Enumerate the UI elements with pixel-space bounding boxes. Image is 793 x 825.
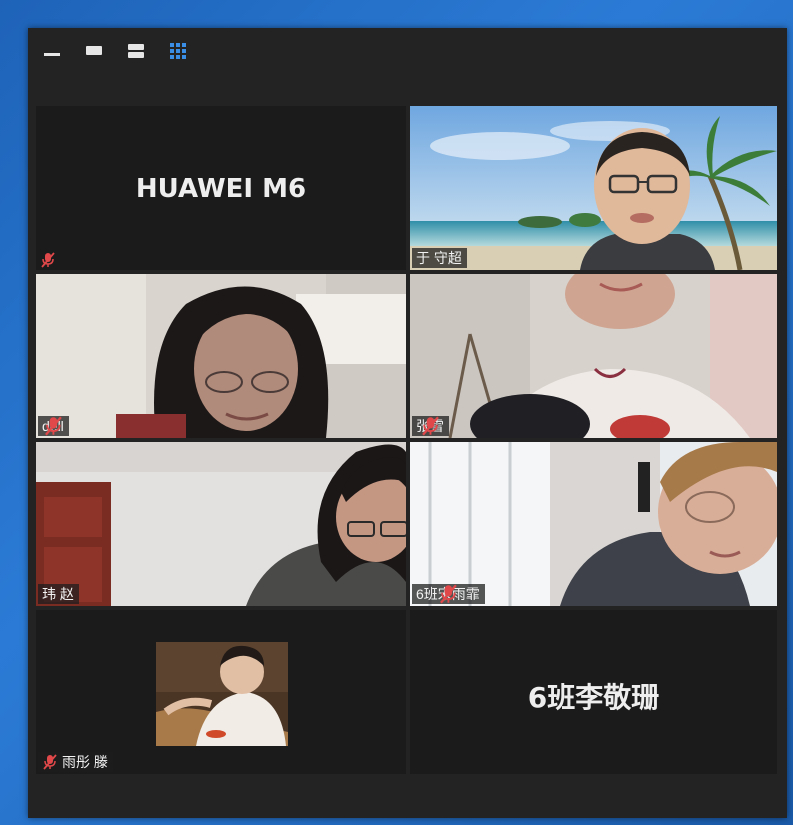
participant-tile-song-yufei[interactable]: 6班宋雨霏 [410, 442, 777, 606]
participant-name-tag: 玮 赵 [38, 584, 79, 604]
meeting-window: HUAWEI M6 于 守超 玮 赵 雨彤 滕 6班李敬珊 [28, 28, 787, 818]
minimize-button[interactable] [40, 39, 64, 63]
participant-name: 于 守超 [416, 250, 462, 266]
participant-name-tag: 于 守超 [412, 248, 467, 268]
participant-name: 玮 赵 [42, 586, 74, 602]
participant-avatar [156, 642, 288, 746]
split-view-button[interactable] [124, 39, 148, 63]
mic-muted-icon [43, 754, 57, 770]
participant-video [410, 106, 777, 270]
participant-display-label: 6班李敬珊 [527, 681, 660, 714]
view-toolbar [40, 36, 190, 66]
participant-name-tag [38, 252, 58, 268]
participant-name-tag: 张雪 [412, 416, 449, 436]
mic-muted-icon [422, 416, 439, 436]
participant-tile-yu-shouchao[interactable]: 于 守超 [410, 106, 777, 270]
participant-tile-zhang-xue[interactable]: 张雪 [410, 274, 777, 438]
participant-tile-li-jingshan[interactable]: 6班李敬珊 [410, 610, 777, 774]
participant-tile-huawei-m6[interactable]: HUAWEI M6 [36, 106, 406, 270]
mic-muted-icon [45, 416, 62, 436]
participant-tile-teng-yutong[interactable]: 雨彤 滕 [36, 610, 406, 774]
participant-video [410, 274, 777, 438]
participant-name: 雨彤 滕 [62, 754, 108, 770]
single-view-button[interactable] [82, 39, 106, 63]
participant-name-tag: 雨彤 滕 [38, 752, 113, 772]
grid-view-button[interactable] [166, 39, 190, 63]
participant-tile-wei-zhao[interactable]: 玮 赵 [36, 442, 406, 606]
minimize-icon [44, 53, 60, 56]
participant-display-label: HUAWEI M6 [135, 174, 307, 204]
participant-name-tag: 6班宋雨霏 [412, 584, 485, 604]
participant-video [36, 442, 406, 606]
participant-video [36, 274, 406, 438]
participant-tile-dell[interactable]: dell [36, 274, 406, 438]
mic-muted-icon [41, 252, 55, 268]
mic-muted-icon [440, 584, 457, 604]
participant-name-tag: dell [38, 416, 69, 436]
single-view-icon [86, 46, 102, 55]
split-view-icon [128, 44, 144, 58]
participant-video [410, 442, 777, 606]
grid-view-icon [170, 43, 186, 59]
